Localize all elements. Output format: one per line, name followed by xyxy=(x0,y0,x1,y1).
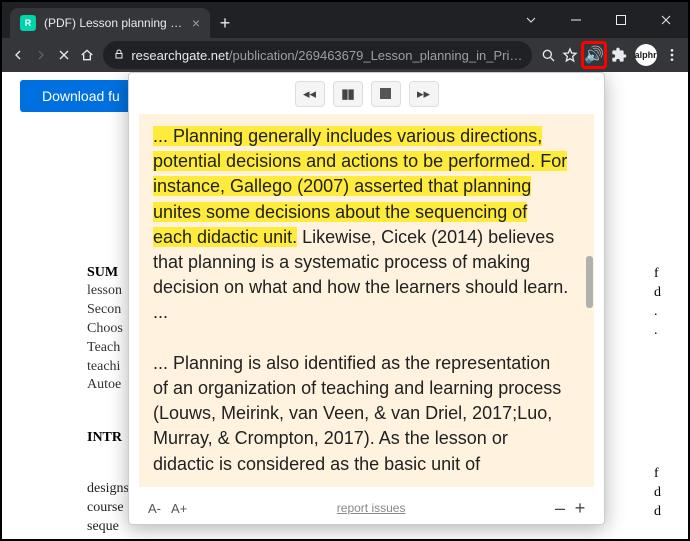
reader-paragraph-2: ... Planning is also identified as the r… xyxy=(153,351,569,477)
close-tab-icon[interactable]: × xyxy=(192,15,200,31)
scrollbar-thumb[interactable] xyxy=(586,256,593,308)
chevron-down-icon[interactable] xyxy=(508,2,553,38)
extensions-puzzle-icon[interactable] xyxy=(609,41,628,69)
forward-button[interactable] xyxy=(31,40,52,70)
rewind-button[interactable]: ◂◂ xyxy=(295,81,325,107)
home-button[interactable] xyxy=(76,40,97,70)
zoom-in-button[interactable]: + xyxy=(570,498,590,519)
bg-right-fragments-2: f d d xyxy=(654,465,666,522)
stop-button[interactable] xyxy=(371,81,401,107)
fast-forward-button[interactable]: ▸▸ xyxy=(409,81,439,107)
font-increase-button[interactable]: A+ xyxy=(166,499,192,518)
stop-reload-button[interactable] xyxy=(54,40,75,70)
speaker-icon: 🔊 xyxy=(584,45,604,65)
reader-paragraph-1: ... Planning generally includes various … xyxy=(153,124,569,326)
font-decrease-button[interactable]: A- xyxy=(143,499,166,518)
url-domain: researchgate.net xyxy=(131,48,229,63)
kebab-menu-icon[interactable] xyxy=(663,41,682,69)
zoom-reset-icon[interactable] xyxy=(538,41,557,69)
reader-content: ... Planning generally includes various … xyxy=(139,114,583,487)
page-content: Download fu SUM lesson Secon Choos Teach… xyxy=(2,72,688,539)
bookmark-star-icon[interactable] xyxy=(560,41,579,69)
window-controls xyxy=(508,2,688,38)
maximize-button[interactable] xyxy=(598,2,643,38)
browser-toolbar: researchgate.net /publication/269463679_… xyxy=(2,38,688,72)
url-path: /publication/269463679_Lesson_planning_i… xyxy=(229,48,522,63)
reader-footer: A- A+ report issues – + xyxy=(129,493,604,524)
download-button[interactable]: Download fu xyxy=(20,80,132,112)
pause-button[interactable]: ▮▮ xyxy=(333,81,363,107)
address-bar[interactable]: researchgate.net /publication/269463679_… xyxy=(103,41,532,69)
stop-icon xyxy=(380,88,391,99)
tab-title: (PDF) Lesson planning in Primary xyxy=(44,16,184,30)
new-tab-button[interactable]: + xyxy=(210,8,240,38)
bg-right-fragments: f d . . xyxy=(654,265,666,341)
reader-scrollbar[interactable] xyxy=(583,114,594,487)
zoom-out-button[interactable]: – xyxy=(550,498,570,519)
report-issues-link[interactable]: report issues xyxy=(337,501,406,515)
playback-controls: ◂◂ ▮▮ ▸▸ xyxy=(129,73,604,114)
lock-icon xyxy=(113,48,125,63)
favicon: R xyxy=(20,15,36,31)
titlebar: R (PDF) Lesson planning in Primary × + xyxy=(2,2,688,38)
profile-avatar[interactable]: alphr xyxy=(635,44,657,66)
minimize-button[interactable] xyxy=(553,2,598,38)
browser-tab[interactable]: R (PDF) Lesson planning in Primary × xyxy=(10,8,210,38)
read-aloud-popup: ◂◂ ▮▮ ▸▸ ... Planning generally includes… xyxy=(128,72,605,525)
download-label: Download fu xyxy=(42,88,120,104)
back-button[interactable] xyxy=(8,40,29,70)
read-aloud-extension-button[interactable]: 🔊 xyxy=(581,41,607,69)
close-window-button[interactable] xyxy=(643,2,688,38)
